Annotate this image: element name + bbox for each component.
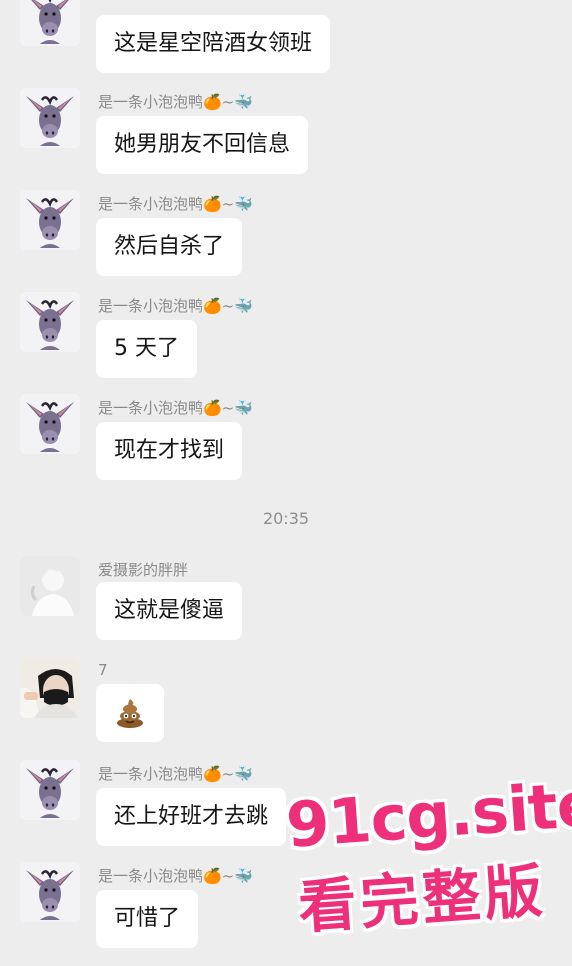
message-text: 现在才找到 [114,438,225,463]
message-bubble[interactable]: 可惜了 [96,890,199,948]
donkey-avatar-icon [20,88,80,148]
donkey-avatar-icon [20,760,80,820]
donkey-avatar-icon [20,292,80,352]
avatar[interactable] [20,556,80,616]
message-text: 5 天了 [114,336,179,361]
person-gray-avatar-icon [20,556,80,616]
avatar[interactable] [20,88,80,148]
message-text: 她男朋友不回信息 [114,132,291,157]
sender-name: 是一条小泡泡鸭🍊~🐳 [98,93,253,111]
message-text: 可惜了 [114,906,181,931]
sender-name: 爱摄影的胖胖 [98,561,189,579]
message-bubble[interactable]: 这就是傻逼 [96,582,243,640]
avatar[interactable] [20,394,80,454]
sender-name: 是一条小泡泡鸭🍊~🐳 [98,399,253,417]
message-text: 这就是傻逼 [114,598,225,623]
message-text: 还上好班才去跳 [114,804,269,829]
sender-name: 是一条小泡泡鸭🍊~🐳 [98,765,253,783]
sender-name: 是一条小泡泡鸭🍊~🐳 [98,867,253,885]
message-text: 然后自杀了 [114,234,225,259]
message-bubble[interactable]: 然后自杀了 [96,218,243,276]
sender-name: 是一条小泡泡鸭🍊~🐳 [98,297,253,315]
message-text: 这是星空陪酒女领班 [114,31,313,56]
poop-emoji-icon [114,697,146,729]
avatar[interactable] [20,760,80,820]
message-bubble[interactable]: 她男朋友不回信息 [96,116,309,174]
message-bubble[interactable]: 现在才找到 [96,422,243,480]
message-bubble[interactable]: 💩 [96,684,164,742]
avatar[interactable] [20,658,80,718]
masked-person-avatar-icon [20,658,80,718]
chat-window[interactable]: 这是星空陪酒女领班 是一条小泡泡鸭🍊~🐳 她男朋友不回信息 是一条小泡泡鸭🍊~🐳… [0,0,572,966]
avatar[interactable] [20,190,80,250]
message-bubble[interactable]: 这是星空陪酒女领班 [96,15,331,73]
sender-name: 是一条小泡泡鸭🍊~🐳 [98,195,253,213]
donkey-avatar-icon [20,190,80,250]
donkey-avatar-icon [20,394,80,454]
message-bubble[interactable]: 5 天了 [96,320,197,378]
message-bubble[interactable]: 还上好班才去跳 [96,788,287,846]
donkey-avatar-icon [20,0,80,46]
avatar[interactable] [20,0,80,46]
sender-name: 7 [98,661,108,679]
avatar[interactable] [20,862,80,922]
donkey-avatar-icon [20,862,80,922]
timestamp: 20:35 [262,509,310,528]
avatar[interactable] [20,292,80,352]
